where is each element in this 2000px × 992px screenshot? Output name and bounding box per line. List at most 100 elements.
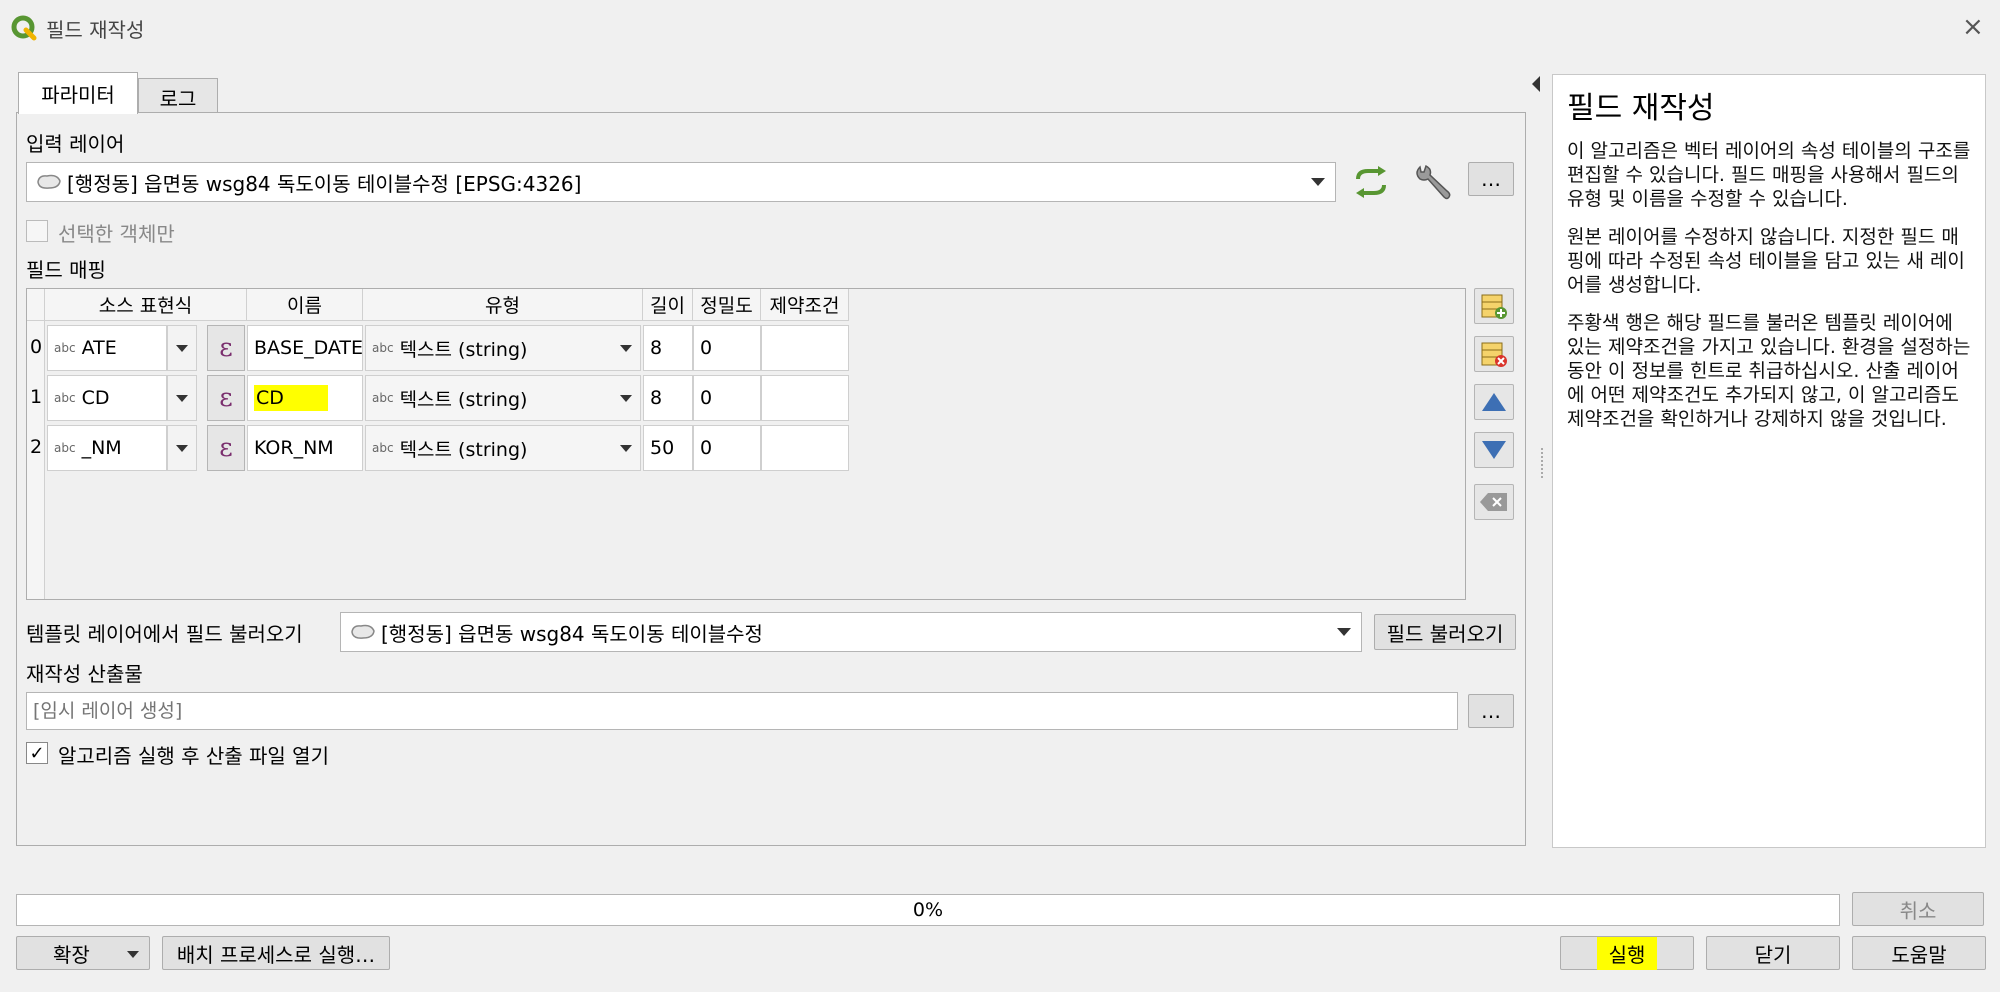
layer-options-button[interactable]: …	[1468, 162, 1514, 196]
source-value: CD	[81, 387, 110, 409]
precision-cell[interactable]: 0	[693, 325, 761, 371]
precision-cell[interactable]: 0	[693, 425, 761, 471]
reset-button[interactable]	[1474, 484, 1514, 520]
close-icon[interactable]: ×	[1962, 12, 1984, 42]
input-layer-combo[interactable]: [행정동] 읍면동 wsg84 독도이동 테이블수정 [EPSG:4326]	[26, 162, 1336, 202]
delete-field-button[interactable]	[1474, 336, 1514, 372]
field-name-input[interactable]: BASE_DATE	[247, 325, 363, 371]
abc-type-icon: abc	[54, 391, 76, 405]
precision-cell[interactable]: 0	[693, 375, 761, 421]
tab-parameters-label: 파라미터	[41, 83, 115, 107]
expression-epsilon-icon[interactable]: ε	[207, 325, 245, 371]
row-index: 1	[29, 386, 43, 408]
progress-text: 0%	[912, 899, 944, 921]
col-name[interactable]: 이름	[247, 289, 363, 321]
precision-value: 0	[700, 387, 713, 409]
add-field-icon	[1481, 294, 1507, 319]
help-paragraph: 이 알고리즘은 벡터 레이어의 속성 테이블의 구조를 편집할 수 있습니다. …	[1567, 140, 1971, 210]
tab-log-label: 로그	[159, 87, 197, 111]
source-dropdown[interactable]	[167, 425, 197, 471]
chevron-down-icon	[620, 395, 632, 402]
source-dropdown[interactable]	[167, 325, 197, 371]
output-options-button[interactable]: …	[1468, 694, 1514, 728]
length-cell[interactable]: 8	[643, 325, 693, 371]
abc-type-icon: abc	[372, 341, 394, 355]
chevron-down-icon	[176, 345, 188, 352]
col-type[interactable]: 유형	[363, 289, 643, 321]
open-output-checkbox[interactable]: ✓	[26, 742, 48, 764]
help-paragraph: 주황색 행은 해당 필드를 불러온 템플릿 레이어에 있는 제약조건을 가지고 …	[1567, 312, 1971, 430]
expression-epsilon-icon[interactable]: ε	[207, 425, 245, 471]
run-label: 실행	[1596, 936, 1658, 970]
collapse-help-icon[interactable]	[1532, 76, 1540, 92]
chevron-down-icon	[1311, 178, 1325, 186]
selected-only-label: 선택한 객체만	[58, 222, 175, 246]
advanced-button[interactable]: 확장	[16, 936, 150, 970]
progress-bar: 0%	[16, 894, 1840, 926]
source-dropdown[interactable]	[167, 375, 197, 421]
field-name-value: KOR_NM	[254, 437, 334, 459]
field-mapping-table: 소스 표현식 이름 유형 길이 정밀도 제약조건 0 abc ATE ε BAS…	[26, 288, 1466, 600]
precision-value: 0	[700, 437, 713, 459]
col-length[interactable]: 길이	[643, 289, 693, 321]
source-combo[interactable]: abc ATE	[47, 325, 167, 371]
splitter-handle[interactable]	[1541, 448, 1543, 478]
abc-type-icon: abc	[372, 441, 394, 455]
chevron-down-icon	[127, 951, 139, 958]
type-value: 텍스트 (string)	[399, 388, 528, 411]
help-button[interactable]: 도움말	[1852, 936, 1986, 970]
field-name-value: CD	[254, 385, 328, 411]
type-combo[interactable]: abc 텍스트 (string)	[365, 325, 641, 371]
row-index: 2	[29, 436, 43, 458]
output-path-input[interactable]	[26, 692, 1458, 730]
abc-type-icon: abc	[54, 441, 76, 455]
template-layer-combo[interactable]: [행정동] 읍면동 wsg84 독도이동 테이블수정	[340, 612, 1362, 652]
template-layer-label: 템플릿 레이어에서 필드 불러오기	[26, 622, 303, 646]
iterate-icon[interactable]	[1350, 162, 1392, 202]
constraint-cell[interactable]	[761, 325, 849, 371]
type-combo[interactable]: abc 텍스트 (string)	[365, 425, 641, 471]
length-cell[interactable]: 50	[643, 425, 693, 471]
constraint-cell[interactable]	[761, 375, 849, 421]
batch-process-button[interactable]: 배치 프로세스로 실행…	[162, 936, 390, 970]
template-layer-value: [행정동] 읍면동 wsg84 독도이동 테이블수정	[381, 621, 763, 646]
polygon-layer-icon	[37, 174, 61, 189]
output-label: 재작성 산출물	[26, 662, 143, 686]
type-value: 텍스트 (string)	[399, 438, 528, 461]
row-header-corner	[27, 289, 45, 321]
qgis-logo-icon	[11, 15, 37, 41]
load-fields-button[interactable]: 필드 불러오기	[1374, 614, 1516, 650]
type-combo[interactable]: abc 텍스트 (string)	[365, 375, 641, 421]
length-value: 8	[650, 337, 663, 359]
polygon-layer-icon	[351, 624, 375, 639]
run-button[interactable]: 실행	[1560, 936, 1694, 970]
title-bar: 필드 재작성 ×	[0, 0, 2000, 56]
selected-only-checkbox[interactable]	[26, 220, 48, 242]
type-value: 텍스트 (string)	[399, 338, 528, 361]
move-up-button[interactable]	[1474, 384, 1514, 420]
expression-epsilon-icon[interactable]: ε	[207, 375, 245, 421]
col-constraint[interactable]: 제약조건	[761, 289, 849, 321]
col-precision[interactable]: 정밀도	[693, 289, 761, 321]
field-name-input[interactable]: KOR_NM	[247, 425, 363, 471]
chevron-down-icon	[620, 445, 632, 452]
source-combo[interactable]: abc CD	[47, 375, 167, 421]
input-layer-value: [행정동] 읍면동 wsg84 독도이동 테이블수정 [EPSG:4326]	[67, 171, 582, 196]
close-button[interactable]: 닫기	[1706, 936, 1840, 970]
tab-log[interactable]: 로그	[138, 78, 218, 116]
open-output-label: 알고리즘 실행 후 산출 파일 열기	[58, 744, 329, 768]
field-name-input[interactable]: CD	[247, 375, 363, 421]
add-field-button[interactable]	[1474, 288, 1514, 324]
constraint-cell[interactable]	[761, 425, 849, 471]
advanced-label: 확장	[53, 942, 90, 967]
length-cell[interactable]: 8	[643, 375, 693, 421]
col-source[interactable]: 소스 표현식	[45, 289, 247, 321]
cancel-button[interactable]: 취소	[1852, 892, 1984, 926]
wrench-icon[interactable]	[1410, 162, 1454, 204]
tab-parameters[interactable]: 파라미터	[18, 72, 138, 114]
move-down-button[interactable]	[1474, 432, 1514, 468]
source-combo[interactable]: abc _NM	[47, 425, 167, 471]
clear-icon	[1480, 493, 1507, 511]
ellipsis-icon: …	[1481, 699, 1501, 723]
abc-type-icon: abc	[54, 341, 76, 355]
